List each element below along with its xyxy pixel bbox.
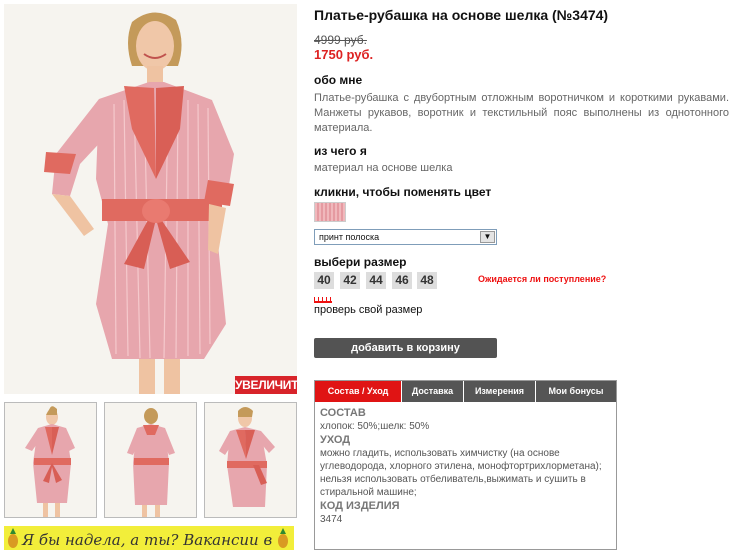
- ruler-icon[interactable]: [314, 297, 332, 303]
- material-heading: из чего я: [314, 144, 367, 158]
- size-option-48[interactable]: 48: [417, 272, 437, 289]
- product-title: Платье-рубашка на основе шелка (№3474): [314, 7, 609, 23]
- care-text: можно гладить, использовать химчистку (н…: [320, 448, 602, 498]
- size-option-42[interactable]: 42: [340, 272, 360, 289]
- promo-banner[interactable]: Я бы надела, а ты? Вакансии в: [4, 526, 294, 550]
- color-select-value: принт полоска: [319, 232, 380, 242]
- chevron-down-icon[interactable]: ▼: [480, 231, 495, 243]
- check-size-link[interactable]: проверь свой размер: [314, 304, 422, 316]
- tab-delivery[interactable]: Доставка: [402, 381, 464, 402]
- pineapple-icon: [8, 528, 18, 548]
- tab-my-bonuses[interactable]: Мои бонусы: [536, 381, 616, 402]
- tab-composition-care[interactable]: Состав / Уход: [315, 381, 402, 402]
- old-price: 4999 руб.: [314, 33, 367, 47]
- care-heading: УХОД: [320, 434, 351, 446]
- thumbnail-detail[interactable]: [204, 402, 297, 518]
- composition-heading: СОСТАВ: [320, 407, 366, 419]
- composition-text: хлопок: 50%;шелк: 50%: [320, 421, 430, 432]
- notify-availability-link[interactable]: Ожидается ли поступление?: [478, 274, 606, 284]
- size-option-46[interactable]: 46: [392, 272, 412, 289]
- thumbnail-front[interactable]: [4, 402, 97, 518]
- product-main-photo[interactable]: [4, 4, 297, 394]
- color-swatch[interactable]: [314, 202, 346, 222]
- size-option-40[interactable]: 40: [314, 272, 334, 289]
- color-select[interactable]: принт полоска ▼: [314, 229, 497, 245]
- thumbnail-back[interactable]: [104, 402, 197, 518]
- code-heading: КОД ИЗДЕЛИЯ: [320, 500, 400, 512]
- material-text: материал на основе шелка: [314, 162, 453, 174]
- tab-bar: Состав / Уход Доставка Измерения Мои бон…: [315, 381, 616, 402]
- pineapple-icon: [278, 528, 288, 548]
- about-text: Платье-рубашка с двубортным отложным вор…: [314, 92, 729, 134]
- tab-content: СОСТАВ хлопок: 50%;шелк: 50% УХОД можно …: [320, 406, 610, 526]
- size-option-44[interactable]: 44: [366, 272, 386, 289]
- size-heading: выбери размер: [314, 255, 407, 269]
- product-tabs: Состав / Уход Доставка Измерения Мои бон…: [314, 380, 617, 550]
- promo-banner-text: Я бы надела, а ты? Вакансии в: [22, 531, 273, 549]
- tab-measurements[interactable]: Измерения: [464, 381, 536, 402]
- thumbnail-strip: [4, 402, 297, 518]
- code-value: 3474: [320, 514, 343, 525]
- color-heading: кликни, чтобы поменять цвет: [314, 185, 492, 199]
- new-price: 1750 руб.: [314, 47, 374, 62]
- add-to-cart-button[interactable]: добавить в корзину: [314, 338, 497, 358]
- zoom-button[interactable]: УВЕЛИЧИТЬ: [235, 376, 307, 394]
- about-heading: обо мне: [314, 73, 363, 87]
